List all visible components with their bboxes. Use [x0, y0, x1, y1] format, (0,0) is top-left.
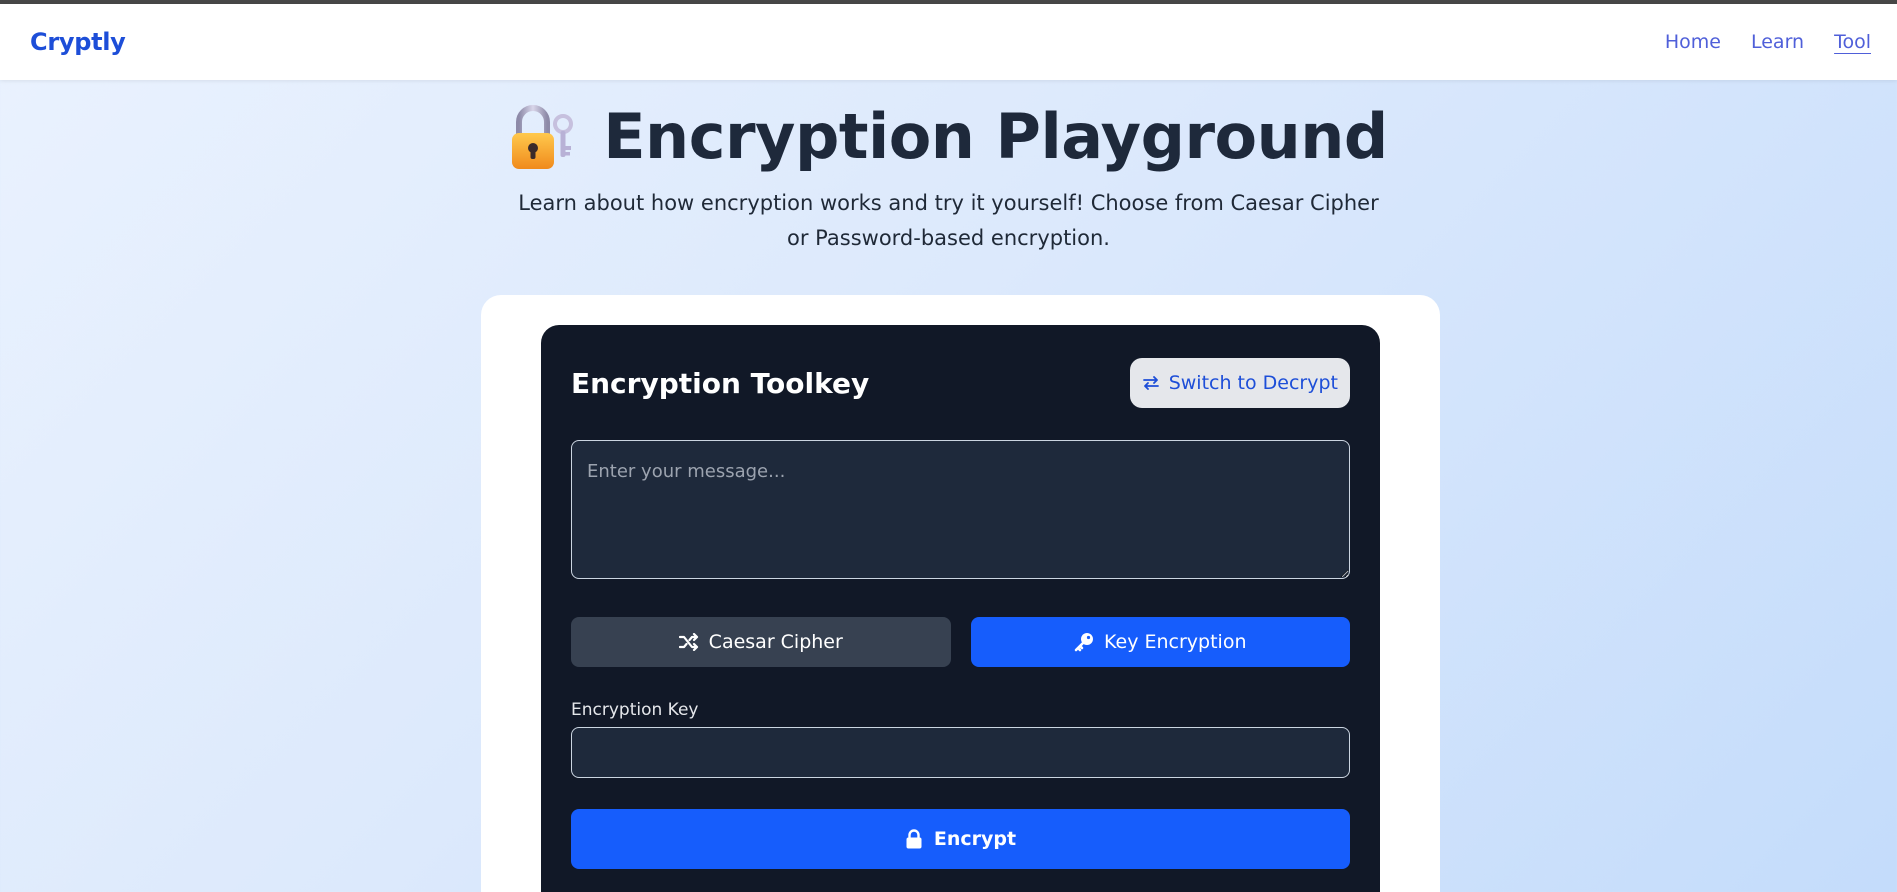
nav-link-home[interactable]: Home: [1665, 31, 1721, 53]
message-input[interactable]: [571, 440, 1350, 579]
encrypt-button[interactable]: Encrypt: [571, 809, 1350, 869]
card-title: Encryption Toolkey: [571, 366, 870, 400]
encryption-key-input[interactable]: [571, 727, 1350, 778]
lock-with-key-icon: [509, 102, 575, 172]
encrypt-label: Encrypt: [933, 828, 1017, 850]
method-selector: Caesar Cipher Key Encryption: [571, 617, 1350, 667]
switch-to-decrypt-label: Switch to Decrypt: [1168, 372, 1338, 394]
key-encryption-label: Key Encryption: [1104, 631, 1247, 653]
swap-arrows-icon: [1142, 376, 1160, 390]
key-encryption-button[interactable]: Key Encryption: [970, 617, 1350, 667]
nav-link-tool[interactable]: Tool: [1834, 31, 1871, 53]
caesar-cipher-button[interactable]: Caesar Cipher: [571, 617, 951, 667]
top-navbar: Cryptly Home Learn Tool: [0, 4, 1897, 80]
shuffle-icon: [678, 633, 699, 651]
card-header: Encryption Toolkey Switch to Decrypt: [571, 355, 1350, 411]
encryption-key-label: Encryption Key: [571, 700, 699, 720]
brand-logo[interactable]: Cryptly: [30, 28, 126, 56]
hero-section: Encryption Playground Learn about how en…: [0, 100, 1897, 256]
nav-links: Home Learn Tool: [1665, 31, 1871, 53]
page-subtitle: Learn about how encryption works and try…: [518, 191, 1379, 251]
page-title-text: Encryption Playground: [603, 100, 1388, 173]
caesar-cipher-label: Caesar Cipher: [708, 631, 843, 653]
nav-link-learn[interactable]: Learn: [1751, 31, 1804, 53]
page-title: Encryption Playground: [509, 100, 1388, 174]
key-icon: [1074, 632, 1094, 652]
lock-icon: [905, 829, 923, 849]
encryption-toolkit-card: Encryption Toolkey Switch to Decrypt Cae…: [541, 325, 1380, 892]
switch-to-decrypt-button[interactable]: Switch to Decrypt: [1129, 358, 1350, 408]
